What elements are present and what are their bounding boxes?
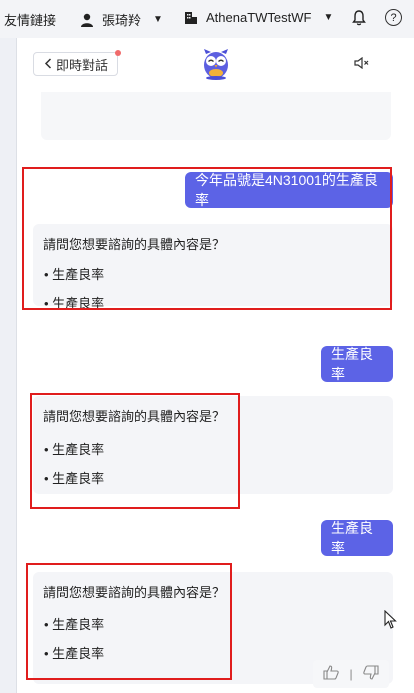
feedback-divider: | <box>349 667 353 681</box>
org-name: AthenaTWTestWF <box>206 10 312 25</box>
user-message-text: 今年品號是4N31001的生產良率 <box>195 172 378 208</box>
bot-option-link[interactable]: 生產良率 <box>44 643 104 662</box>
bot-question-text: 請問您想要諮詢的具體內容是？ <box>43 409 226 424</box>
caret-down-icon: ▼ <box>153 14 163 25</box>
bot-message-bubble: 請問您想要諮詢的具體內容是？ 生產良率 生產良率 <box>33 224 393 311</box>
thumbs-up-icon[interactable] <box>323 665 340 683</box>
user-icon <box>80 13 94 27</box>
user-message-text: 生產良率 <box>331 520 373 556</box>
user-menu[interactable]: 張琦羚 ▼ <box>80 10 163 29</box>
chevron-left-icon <box>44 57 52 72</box>
owl-logo-icon <box>202 48 230 85</box>
user-message-bubble: 生產良率 <box>321 346 393 382</box>
page: 友情鏈接 張琦羚 ▼ AthenaTWTestWF ▼ ? 即時對話 今年品號是… <box>0 0 414 693</box>
bot-option-link[interactable]: 生產良率 <box>44 439 104 458</box>
thumbs-down-icon[interactable] <box>362 665 379 683</box>
building-icon <box>184 11 198 25</box>
bot-message-bubble: 請問您想要諮詢的具體內容是？ 生產良率 生產良率 <box>33 396 393 494</box>
user-message-bubble: 今年品號是4N31001的生產良率 <box>185 172 393 208</box>
back-to-live-chat-button[interactable]: 即時對話 <box>33 50 122 76</box>
bot-question-text: 請問您想要諮詢的具體內容是？ <box>43 585 226 600</box>
notification-dot <box>115 50 122 56</box>
user-name: 張琦羚 <box>102 13 142 28</box>
user-message-text: 生產良率 <box>331 346 373 382</box>
chat-panel: 即時對話 今年品號是4N31001的生產良率 請問您想要諮詢的具體內容是？ • … <box>16 38 414 693</box>
mute-icon[interactable] <box>354 56 370 74</box>
org-menu[interactable]: AthenaTWTestWF ▼ <box>184 10 333 25</box>
user-message-bubble: 生產良率 <box>321 520 393 556</box>
friend-links-link[interactable]: 友情鏈接 <box>4 10 56 29</box>
caret-down-icon: ▼ <box>323 12 334 23</box>
bot-option-link[interactable]: 生產良率 <box>44 264 104 283</box>
bot-option-link[interactable]: 生產良率 <box>44 468 104 487</box>
bell-icon[interactable] <box>352 10 366 29</box>
bot-option-link[interactable]: 生產良率 <box>44 293 104 312</box>
bot-question-text: 請問您想要諮詢的具體內容是？ <box>43 237 226 252</box>
feedback-bar: | <box>313 660 389 688</box>
bot-option-link[interactable]: 生產良率 <box>44 614 104 633</box>
mouse-cursor-icon <box>384 609 398 635</box>
back-button-label: 即時對話 <box>56 57 109 73</box>
top-bar: 友情鏈接 張琦羚 ▼ AthenaTWTestWF ▼ ? <box>0 0 414 38</box>
help-icon[interactable]: ? <box>385 9 402 26</box>
chat-header: 即時對話 <box>17 38 414 92</box>
